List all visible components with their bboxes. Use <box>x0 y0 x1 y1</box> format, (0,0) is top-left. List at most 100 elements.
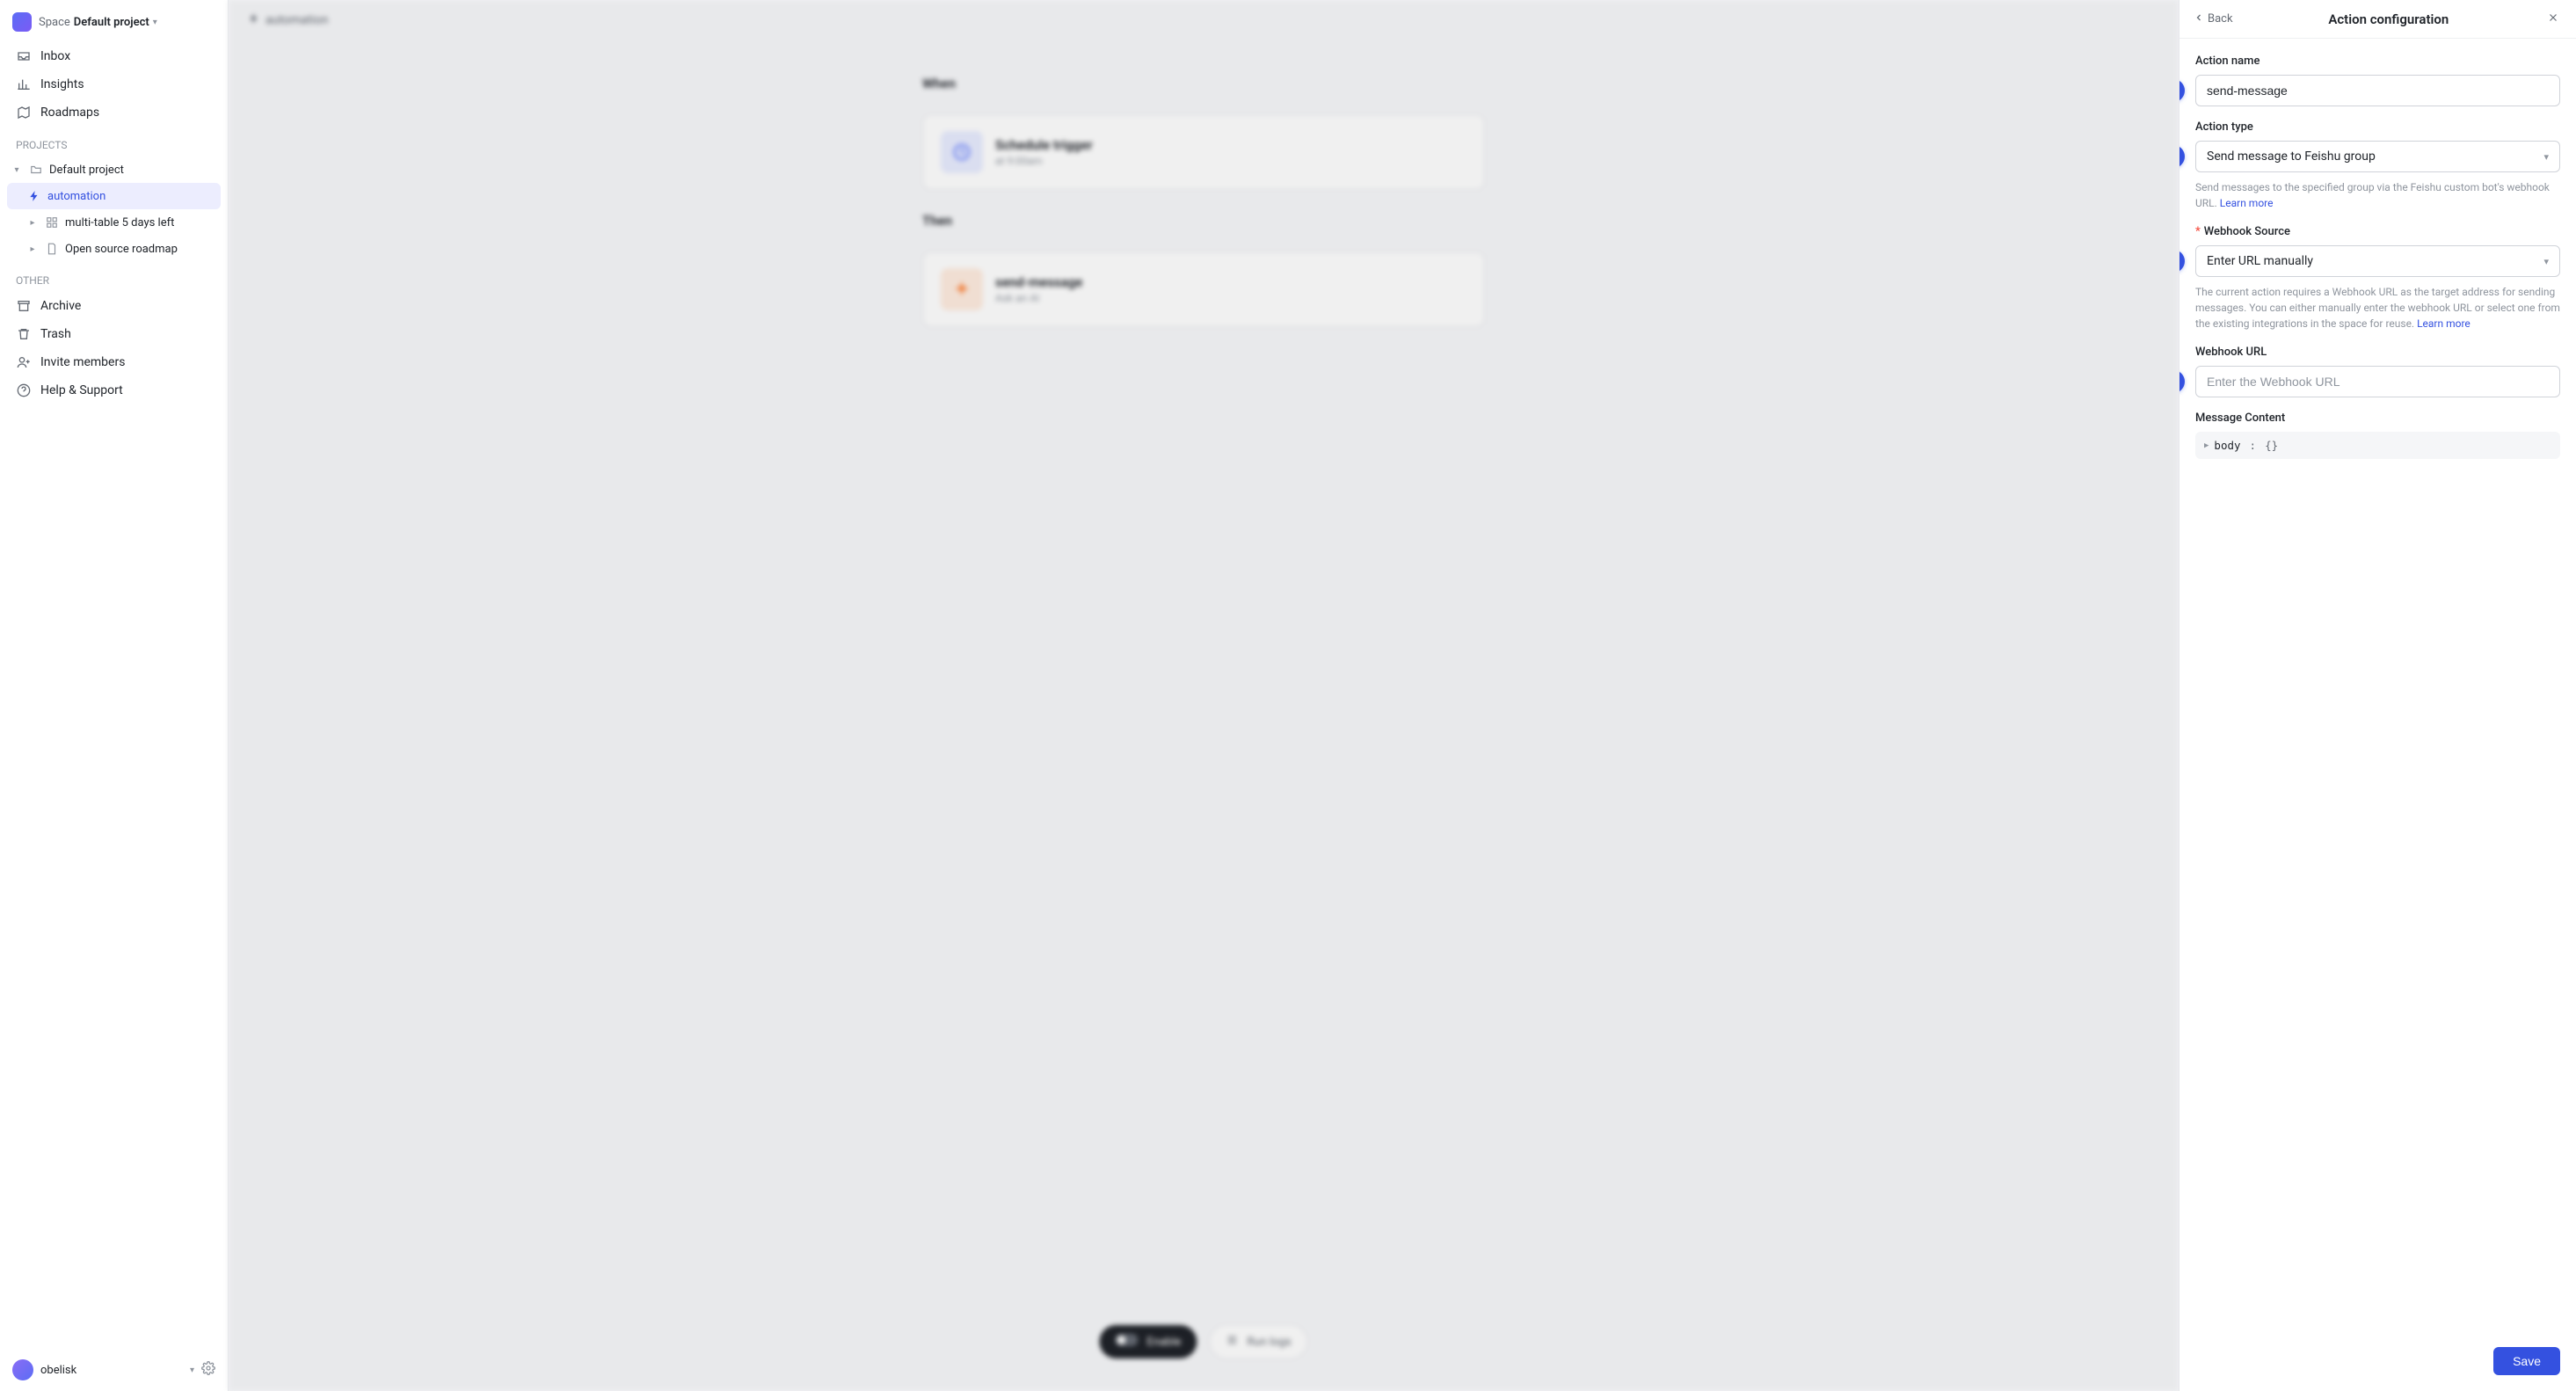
field-webhook-source: 3 *Webhook Source Enter URL manually ▾ T… <box>2195 225 2560 331</box>
sidebar-item-label: Roadmaps <box>40 106 99 120</box>
message-content-editor[interactable]: ▶ body : {} <box>2195 432 2560 459</box>
json-colon: : <box>2250 439 2257 452</box>
folder-icon <box>28 162 44 178</box>
webhook-source-select[interactable]: Enter URL manually ▾ <box>2195 245 2560 277</box>
sidebar-item-label: Invite members <box>40 355 125 369</box>
panel-header: Back Action configuration <box>2179 0 2576 39</box>
user-name: obelisk <box>40 1364 183 1377</box>
chevron-down-icon[interactable]: ▾ <box>11 164 23 176</box>
then-section-header: Then <box>922 213 1485 229</box>
then-card-title: send-message <box>995 274 1082 290</box>
project-child-roadmap-doc[interactable]: ▸ Open source roadmap <box>7 236 221 262</box>
sidebar-item-label: Insights <box>40 77 84 91</box>
user-avatar[interactable] <box>12 1359 33 1380</box>
sidebar-item-label: Archive <box>40 299 81 313</box>
action-name-input[interactable] <box>2195 75 2560 106</box>
when-card-subtitle: at 9:00am <box>995 155 1093 167</box>
sparkle-icon <box>941 268 983 310</box>
automation-canvas: automation When Schedule trigger at 9:00… <box>229 0 2179 1391</box>
field-webhook-url: 4 Webhook URL <box>2195 346 2560 397</box>
list-icon <box>1226 1334 1238 1350</box>
archive-icon <box>16 298 32 314</box>
action-type-help: Send messages to the specified group via… <box>2195 179 2560 211</box>
webhook-url-label: Webhook URL <box>2195 346 2560 359</box>
project-child-label: multi-table 5 days left <box>65 216 215 229</box>
floating-toolbar: Enable Run logs <box>1099 1324 1307 1359</box>
inbox-icon <box>16 48 32 64</box>
required-star: * <box>2195 225 2201 238</box>
webhook-url-input[interactable] <box>2195 366 2560 397</box>
when-card-title: Schedule trigger <box>995 137 1093 153</box>
webhook-source-learn-more-link[interactable]: Learn more <box>2417 317 2470 330</box>
help-icon <box>16 382 32 398</box>
action-type-select[interactable]: Send message to Feishu group ▾ <box>2195 141 2560 172</box>
action-config-panel: Back Action configuration 1 Action name … <box>2179 0 2576 1391</box>
field-message-content: Message Content ▶ body : {} <box>2195 411 2560 459</box>
doc-icon <box>44 241 60 257</box>
sidebar-item-invite[interactable]: Invite members <box>7 348 221 376</box>
webhook-source-help-text: The current action requires a Webhook UR… <box>2195 286 2560 330</box>
step-bubble-3: 3 <box>2179 250 2185 273</box>
breadcrumb: automation <box>229 0 2179 40</box>
then-action-card[interactable]: send-message Ask an AI <box>922 251 1485 327</box>
space-prefix: Space <box>39 16 70 29</box>
chevron-down-icon: ▾ <box>2543 256 2549 267</box>
message-content-label: Message Content <box>2195 411 2560 425</box>
step-bubble-4: 4 <box>2179 370 2185 393</box>
back-label: Back <box>2208 12 2233 25</box>
sidebar-item-label: Help & Support <box>40 383 123 397</box>
field-action-name: 1 Action name <box>2195 55 2560 106</box>
json-key-body: body <box>2214 439 2240 452</box>
gear-icon[interactable] <box>201 1361 215 1379</box>
chevron-right-icon[interactable]: ▸ <box>26 216 39 229</box>
project-label: Default project <box>49 164 215 177</box>
action-type-learn-more-link[interactable]: Learn more <box>2220 197 2274 209</box>
step-bubble-2: 2 <box>2179 145 2185 168</box>
save-button[interactable]: Save <box>2493 1347 2560 1375</box>
json-braces: {} <box>2265 439 2278 452</box>
space-logo <box>12 12 32 32</box>
enable-label: Enable <box>1146 1336 1181 1349</box>
project-root[interactable]: ▾ Default project <box>7 157 221 183</box>
project-child-automation[interactable]: automation <box>7 183 221 209</box>
trash-icon <box>16 326 32 342</box>
panel-title: Action configuration <box>2242 11 2536 27</box>
sidebar-item-trash[interactable]: Trash <box>7 320 221 348</box>
sidebar-footer: obelisk ▾ <box>7 1352 221 1380</box>
expand-triangle-icon[interactable]: ▶ <box>2204 441 2209 450</box>
clock-icon <box>941 131 983 173</box>
sidebar-item-help[interactable]: Help & Support <box>7 376 221 404</box>
when-section-header: When <box>922 76 1485 91</box>
panel-body: 1 Action name 2 Action type Send message… <box>2179 39 2576 1335</box>
webhook-source-label: *Webhook Source <box>2195 225 2560 238</box>
action-name-label: Action name <box>2195 55 2560 68</box>
grid-icon <box>44 215 60 230</box>
back-button[interactable]: Back <box>2194 12 2233 26</box>
sidebar: Space Default project ▾ Inbox Insights R… <box>0 0 229 1391</box>
sidebar-item-insights[interactable]: Insights <box>7 70 221 98</box>
sidebar-item-inbox[interactable]: Inbox <box>7 42 221 70</box>
sidebar-item-label: Trash <box>40 327 71 341</box>
close-button[interactable] <box>2544 11 2562 27</box>
toggle-switch-icon <box>1115 1334 1138 1350</box>
run-logs-button[interactable]: Run logs <box>1209 1324 1307 1359</box>
project-child-label: Open source roadmap <box>65 243 215 256</box>
chart-icon <box>16 76 32 92</box>
enable-toggle[interactable]: Enable <box>1099 1325 1197 1358</box>
sidebar-item-archive[interactable]: Archive <box>7 292 221 320</box>
bolt-icon <box>26 188 42 204</box>
project-child-label: automation <box>47 190 215 203</box>
webhook-source-value: Enter URL manually <box>2207 254 2313 268</box>
space-switcher[interactable]: Space Default project ▾ <box>7 9 221 42</box>
action-type-value: Send message to Feishu group <box>2207 149 2376 164</box>
run-logs-label: Run logs <box>1247 1336 1291 1349</box>
webhook-source-help: The current action requires a Webhook UR… <box>2195 284 2560 331</box>
bolt-icon <box>248 12 260 28</box>
projects-section-label: PROJECTS <box>7 127 221 157</box>
project-child-multitable[interactable]: ▸ multi-table 5 days left <box>7 209 221 236</box>
space-name: Default project <box>74 16 149 29</box>
when-trigger-card[interactable]: Schedule trigger at 9:00am <box>922 114 1485 190</box>
chevron-down-icon[interactable]: ▾ <box>190 1366 194 1375</box>
chevron-right-icon[interactable]: ▸ <box>26 243 39 255</box>
sidebar-item-roadmaps[interactable]: Roadmaps <box>7 98 221 127</box>
